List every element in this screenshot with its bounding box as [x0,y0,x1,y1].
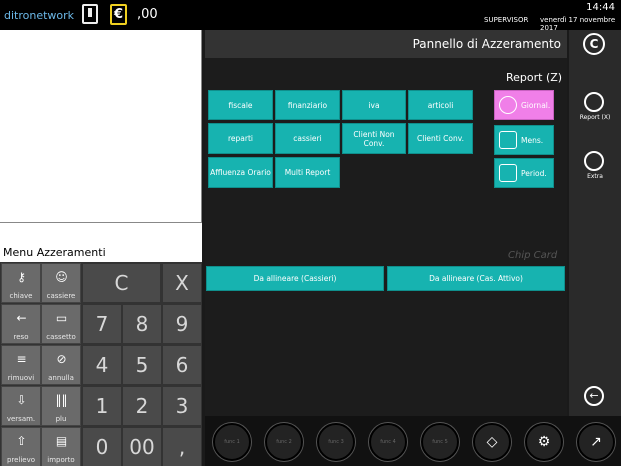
key-prelievo[interactable]: ⇧ prelievo [1,427,41,466]
key-label: cassiere [46,292,76,300]
multi-report-button[interactable]: Multi Report [275,157,340,188]
back-arrow-icon[interactable]: ← [584,386,604,406]
calendar-icon [499,131,517,149]
func-1-button[interactable]: func 1 [213,423,251,461]
receipt-display [0,30,202,222]
func-5-button[interactable]: func 5 [421,423,459,461]
amount-icon: ▤ [55,434,68,448]
fiscale-button[interactable]: fiscale [208,90,273,120]
panel-header: Pannello di Azzeramento [205,30,567,58]
iva-button[interactable]: iva [342,90,406,120]
clienti-conv-button[interactable]: Clienti Conv. [408,123,473,154]
reparti-button[interactable]: reparti [208,123,273,154]
key-plu[interactable]: ‖‖ plu [41,386,81,426]
key-00[interactable]: 00 [122,427,162,466]
document-icon[interactable] [82,4,98,24]
user-label: SUPERVISOR [484,16,529,24]
key-8[interactable]: 8 [122,304,162,344]
key-label: chiave [9,292,33,300]
key-2[interactable]: 2 [122,386,162,426]
cancel-icon: ⊘ [56,352,67,366]
menu-panel: Menu Azzeramenti [0,222,202,262]
user-icon: ☺ [55,270,68,284]
keypad: ⚷ chiave ☺ cassiere C X ← reso ▭ cassett… [0,262,202,466]
key-label: rimuovi [7,374,35,382]
copyright-icon[interactable]: C [583,33,605,55]
key-icon: ⚷ [17,270,26,284]
key-importo[interactable]: ▤ importo [41,427,81,466]
stats-chart-icon[interactable]: ↗ [577,423,615,461]
key-reso[interactable]: ← reso [1,304,41,344]
euro-icon[interactable]: € [110,4,127,25]
right-rail [569,30,621,416]
extra-label[interactable]: Extra [569,173,621,180]
key-label: importo [47,456,75,464]
func-4-button[interactable]: func 4 [369,423,407,461]
key-5[interactable]: 5 [122,345,162,385]
logo-text: ditronetwork [4,9,75,22]
withdraw-icon: ⇧ [16,434,27,448]
report-x-label[interactable]: Report (X) [569,114,621,121]
remove-list-icon: ≡ [16,352,27,366]
giornaliero-button[interactable]: Giornal. [494,90,554,120]
key-cassiere[interactable]: ☺ cassiere [41,263,81,303]
period-calendar-icon [499,164,517,182]
align-cashiers-button[interactable]: Da allineare (Cassieri) [206,266,384,291]
func-3-button[interactable]: func 3 [317,423,355,461]
drawer-icon: ▭ [55,311,68,325]
key-clear[interactable]: C [82,263,161,303]
chart-icon[interactable] [584,92,604,112]
lock-icon[interactable] [584,151,604,171]
clock-icon [499,96,517,114]
key-3[interactable]: 3 [162,386,202,426]
key-label: reso [13,333,29,341]
key-label: versam. [6,415,36,423]
align-active-cashier-button[interactable]: Da allineare (Cas. Attivo) [387,266,565,291]
finanziario-button[interactable]: finanziario [275,90,340,120]
giornaliero-label: Giornal. [521,101,551,110]
cash-amount: ,00 [137,7,158,22]
top-bar: ditronetwork € ,00 14:44 SUPERVISOR vene… [0,0,621,32]
mensile-button[interactable]: Mens. [494,125,554,155]
pos-window: ditronetwork € ,00 14:44 SUPERVISOR vene… [0,0,621,466]
key-multiply[interactable]: X [162,263,202,303]
page-title: Pannello di Azzeramento [412,37,561,51]
reset-panel [205,30,567,416]
key-0[interactable]: 0 [82,427,122,466]
diamond-nav-icon[interactable]: ◇ [473,423,511,461]
key-6[interactable]: 6 [162,345,202,385]
key-cassetto[interactable]: ▭ cassetto [41,304,81,344]
report-z-label: Report (Z) [506,71,563,84]
func-2-button[interactable]: func 2 [265,423,303,461]
chip-card-label: Chip Card [508,250,558,261]
key-versamento[interactable]: ⇩ versam. [1,386,41,426]
settings-gear-icon[interactable]: ⚙ [525,423,563,461]
articoli-button[interactable]: articoli [408,90,473,120]
cassieri-button[interactable]: cassieri [275,123,340,154]
key-1[interactable]: 1 [82,386,122,426]
menu-title: Menu Azzeramenti [3,246,106,259]
key-annulla[interactable]: ⊘ annulla [41,345,81,385]
barcode-icon: ‖‖ [55,393,68,407]
key-comma[interactable]: , [162,427,202,466]
clienti-non-conv-button[interactable]: Clienti Non Conv. [342,123,406,154]
affluenza-orario-button[interactable]: Affluenza Orario [208,157,273,188]
key-label: plu [55,415,67,423]
key-chiave[interactable]: ⚷ chiave [1,263,41,303]
brand-logo: ditronetwork [4,9,74,22]
key-rimuovi[interactable]: ≡ rimuovi [1,345,41,385]
key-9[interactable]: 9 [162,304,202,344]
key-label: cassetto [46,333,76,341]
key-7[interactable]: 7 [82,304,122,344]
mensile-label: Mens. [521,136,544,145]
key-label: annulla [48,374,74,382]
periodico-label: Period. [521,169,547,178]
clock-time: 14:44 [586,2,615,13]
return-arrow-icon: ← [16,311,27,325]
key-4[interactable]: 4 [82,345,122,385]
periodico-button[interactable]: Period. [494,158,554,188]
key-label: prelievo [6,456,36,464]
deposit-icon: ⇩ [16,393,27,407]
